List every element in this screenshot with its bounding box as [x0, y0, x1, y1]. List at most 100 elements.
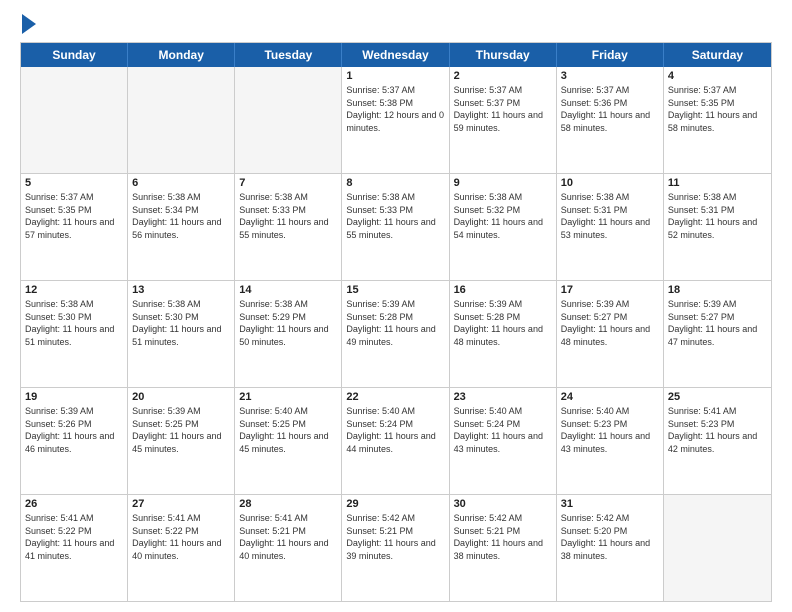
day-cell-30: 30 Sunrise: 5:42 AM Sunset: 5:21 PM Dayli… [450, 495, 557, 601]
day-cell-19: 19 Sunrise: 5:39 AM Sunset: 5:26 PM Dayli… [21, 388, 128, 494]
cell-info: Sunrise: 5:37 AM Sunset: 5:35 PM Dayligh… [668, 84, 767, 134]
cell-info: Sunrise: 5:39 AM Sunset: 5:28 PM Dayligh… [454, 298, 552, 348]
header-day-thursday: Thursday [450, 43, 557, 67]
logo-arrow-icon [22, 14, 36, 34]
day-cell-14: 14 Sunrise: 5:38 AM Sunset: 5:29 PM Dayli… [235, 281, 342, 387]
empty-cell [128, 67, 235, 173]
day-number: 13 [132, 284, 230, 296]
cell-info: Sunrise: 5:38 AM Sunset: 5:32 PM Dayligh… [454, 191, 552, 241]
empty-cell [235, 67, 342, 173]
cell-info: Sunrise: 5:38 AM Sunset: 5:34 PM Dayligh… [132, 191, 230, 241]
cell-info: Sunrise: 5:40 AM Sunset: 5:25 PM Dayligh… [239, 405, 337, 455]
day-cell-28: 28Sunrise: 5:41 AM Sunset: 5:21 PM Dayli… [235, 495, 342, 601]
day-cell-12: 12 Sunrise: 5:38 AM Sunset: 5:30 PM Dayli… [21, 281, 128, 387]
day-number: 8 [346, 177, 444, 189]
day-number: 14 [239, 284, 337, 296]
day-number: 2 [454, 70, 552, 82]
cell-info: Sunrise: 5:38 AM Sunset: 5:33 PM Dayligh… [239, 191, 337, 241]
day-number: 5 [25, 177, 123, 189]
cell-info: Sunrise: 5:42 AM Sunset: 5:21 PM Dayligh… [454, 512, 552, 562]
cell-info: Sunrise: 5:37 AM Sunset: 5:38 PM Dayligh… [346, 84, 444, 134]
cell-info: Sunrise: 5:42 AM Sunset: 5:21 PM Dayligh… [346, 512, 444, 562]
day-number: 10 [561, 177, 659, 189]
cell-info: Sunrise: 5:38 AM Sunset: 5:30 PM Dayligh… [132, 298, 230, 348]
day-number: 22 [346, 391, 444, 403]
day-number: 20 [132, 391, 230, 403]
day-cell-26: 26 Sunrise: 5:41 AM Sunset: 5:22 PM Dayli… [21, 495, 128, 601]
cell-info: Sunrise: 5:38 AM Sunset: 5:29 PM Dayligh… [239, 298, 337, 348]
day-cell-17: 17 Sunrise: 5:39 AM Sunset: 5:27 PM Dayli… [557, 281, 664, 387]
cell-info: Sunrise: 5:40 AM Sunset: 5:24 PM Dayligh… [346, 405, 444, 455]
day-number: 26 [25, 498, 123, 510]
day-number: 4 [668, 70, 767, 82]
cell-info: Sunrise: 5:38 AM Sunset: 5:30 PM Dayligh… [25, 298, 123, 348]
day-cell-23: 23 Sunrise: 5:40 AM Sunset: 5:24 PM Dayli… [450, 388, 557, 494]
day-number: 27 [132, 498, 230, 510]
day-number: 31 [561, 498, 659, 510]
calendar-row-1: 1 Sunrise: 5:37 AM Sunset: 5:38 PM Daylig… [21, 67, 771, 174]
day-number: 29 [346, 498, 444, 510]
day-cell-11: 11 Sunrise: 5:38 AM Sunset: 5:31 PM Dayli… [664, 174, 771, 280]
empty-cell [664, 495, 771, 601]
cell-info: Sunrise: 5:37 AM Sunset: 5:36 PM Dayligh… [561, 84, 659, 134]
cell-info: Sunrise: 5:41 AM Sunset: 5:22 PM Dayligh… [25, 512, 123, 562]
day-cell-15: 15 Sunrise: 5:39 AM Sunset: 5:28 PM Dayli… [342, 281, 449, 387]
cell-info: Sunrise: 5:40 AM Sunset: 5:24 PM Dayligh… [454, 405, 552, 455]
day-cell-18: 18 Sunrise: 5:39 AM Sunset: 5:27 PM Dayli… [664, 281, 771, 387]
calendar-row-4: 19 Sunrise: 5:39 AM Sunset: 5:26 PM Dayli… [21, 388, 771, 495]
logo [20, 16, 36, 34]
cell-info: Sunrise: 5:41 AM Sunset: 5:21 PM Dayligh… [239, 512, 337, 562]
day-number: 18 [668, 284, 767, 296]
day-cell-10: 10 Sunrise: 5:38 AM Sunset: 5:31 PM Dayli… [557, 174, 664, 280]
day-number: 6 [132, 177, 230, 189]
day-number: 7 [239, 177, 337, 189]
cell-info: Sunrise: 5:38 AM Sunset: 5:31 PM Dayligh… [668, 191, 767, 241]
cell-info: Sunrise: 5:41 AM Sunset: 5:23 PM Dayligh… [668, 405, 767, 455]
day-number: 24 [561, 391, 659, 403]
header-day-wednesday: Wednesday [342, 43, 449, 67]
header-day-tuesday: Tuesday [235, 43, 342, 67]
cell-info: Sunrise: 5:39 AM Sunset: 5:28 PM Dayligh… [346, 298, 444, 348]
cell-info: Sunrise: 5:39 AM Sunset: 5:25 PM Dayligh… [132, 405, 230, 455]
day-number: 17 [561, 284, 659, 296]
day-cell-16: 16Sunrise: 5:39 AM Sunset: 5:28 PM Dayli… [450, 281, 557, 387]
calendar-row-5: 26 Sunrise: 5:41 AM Sunset: 5:22 PM Dayli… [21, 495, 771, 601]
day-number: 30 [454, 498, 552, 510]
day-cell-2: 2Sunrise: 5:37 AM Sunset: 5:37 PM Daylig… [450, 67, 557, 173]
header-day-saturday: Saturday [664, 43, 771, 67]
calendar-page: SundayMondayTuesdayWednesdayThursdayFrid… [0, 0, 792, 612]
day-number: 23 [454, 391, 552, 403]
day-number: 1 [346, 70, 444, 82]
day-cell-29: 29 Sunrise: 5:42 AM Sunset: 5:21 PM Dayli… [342, 495, 449, 601]
day-number: 15 [346, 284, 444, 296]
day-number: 19 [25, 391, 123, 403]
day-number: 3 [561, 70, 659, 82]
day-cell-3: 3 Sunrise: 5:37 AM Sunset: 5:36 PM Daylig… [557, 67, 664, 173]
day-cell-25: 25Sunrise: 5:41 AM Sunset: 5:23 PM Dayli… [664, 388, 771, 494]
day-number: 9 [454, 177, 552, 189]
cell-info: Sunrise: 5:38 AM Sunset: 5:31 PM Dayligh… [561, 191, 659, 241]
day-cell-9: 9 Sunrise: 5:38 AM Sunset: 5:32 PM Daylig… [450, 174, 557, 280]
day-cell-4: 4 Sunrise: 5:37 AM Sunset: 5:35 PM Daylig… [664, 67, 771, 173]
day-cell-27: 27 Sunrise: 5:41 AM Sunset: 5:22 PM Dayli… [128, 495, 235, 601]
header [20, 16, 772, 34]
day-number: 11 [668, 177, 767, 189]
cell-info: Sunrise: 5:39 AM Sunset: 5:27 PM Dayligh… [561, 298, 659, 348]
day-cell-21: 21Sunrise: 5:40 AM Sunset: 5:25 PM Dayli… [235, 388, 342, 494]
cell-info: Sunrise: 5:39 AM Sunset: 5:27 PM Dayligh… [668, 298, 767, 348]
day-cell-24: 24 Sunrise: 5:40 AM Sunset: 5:23 PM Dayli… [557, 388, 664, 494]
day-cell-22: 22 Sunrise: 5:40 AM Sunset: 5:24 PM Dayli… [342, 388, 449, 494]
calendar-row-3: 12 Sunrise: 5:38 AM Sunset: 5:30 PM Dayli… [21, 281, 771, 388]
cell-info: Sunrise: 5:39 AM Sunset: 5:26 PM Dayligh… [25, 405, 123, 455]
header-day-monday: Monday [128, 43, 235, 67]
cell-info: Sunrise: 5:41 AM Sunset: 5:22 PM Dayligh… [132, 512, 230, 562]
calendar-row-2: 5Sunrise: 5:37 AM Sunset: 5:35 PM Daylig… [21, 174, 771, 281]
cell-info: Sunrise: 5:42 AM Sunset: 5:20 PM Dayligh… [561, 512, 659, 562]
calendar-header: SundayMondayTuesdayWednesdayThursdayFrid… [21, 43, 771, 67]
day-number: 12 [25, 284, 123, 296]
header-day-sunday: Sunday [21, 43, 128, 67]
empty-cell [21, 67, 128, 173]
day-cell-7: 7 Sunrise: 5:38 AM Sunset: 5:33 PM Daylig… [235, 174, 342, 280]
cell-info: Sunrise: 5:40 AM Sunset: 5:23 PM Dayligh… [561, 405, 659, 455]
day-cell-31: 31 Sunrise: 5:42 AM Sunset: 5:20 PM Dayli… [557, 495, 664, 601]
